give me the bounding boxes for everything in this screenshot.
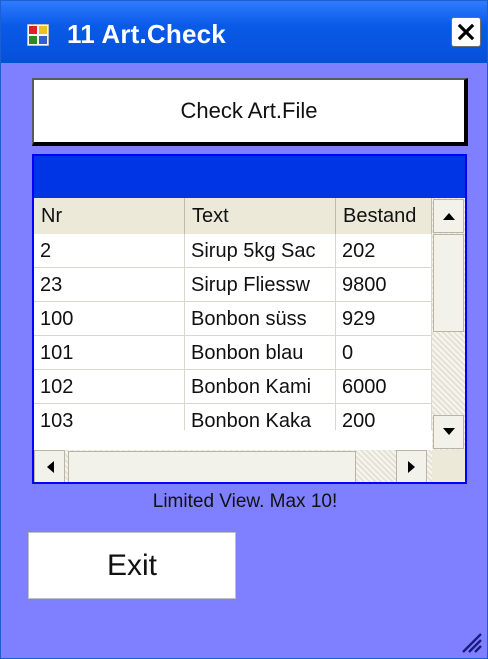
cell-bestand: 200	[336, 404, 432, 430]
table-row[interactable]: 100 Bonbon süss 929	[34, 302, 432, 336]
horizontal-scroll-thumb[interactable]	[68, 451, 356, 482]
cell-bestand: 0	[336, 336, 432, 370]
table-row[interactable]: 2 Sirup 5kg Sac 202	[34, 234, 432, 268]
cell-bestand: 9800	[336, 268, 432, 302]
window-title: 11 Art.Check	[67, 19, 226, 49]
table-row[interactable]: 101 Bonbon blau 0	[34, 336, 432, 370]
cell-nr: 103	[34, 404, 185, 430]
cell-nr: 101	[34, 336, 185, 370]
column-header-nr[interactable]: Nr	[34, 198, 185, 234]
column-header-bestand[interactable]: Bestand	[336, 198, 432, 234]
table-row[interactable]: 102 Bonbon Kami 6000	[34, 370, 432, 404]
scroll-left-button[interactable]	[34, 450, 65, 482]
arrow-left-icon	[46, 461, 54, 473]
cell-nr: 100	[34, 302, 185, 336]
check-art-file-button[interactable]: Check Art.File	[32, 78, 468, 146]
cell-bestand: 929	[336, 302, 432, 336]
cell-text: Sirup 5kg Sac	[185, 234, 336, 268]
title-bar[interactable]: 11 Art.Check	[1, 1, 487, 63]
cell-nr: 102	[34, 370, 185, 404]
limit-notice: Limited View. Max 10!	[152, 491, 338, 512]
horizontal-scrollbar[interactable]	[34, 450, 432, 482]
exit-button[interactable]: Exit	[28, 532, 236, 599]
article-grid[interactable]: Nr Text Bestand 2 Sirup 5kg Sac 202 23 S…	[32, 154, 467, 484]
scroll-right-button[interactable]	[396, 450, 427, 482]
cell-text: Bonbon Kaka	[185, 404, 336, 430]
arrow-down-icon	[442, 428, 455, 435]
cell-bestand: 6000	[336, 370, 432, 404]
cell-text: Bonbon süss	[185, 302, 336, 336]
close-button[interactable]	[451, 17, 481, 47]
grid-header: Nr Text Bestand	[34, 198, 432, 234]
cell-nr: 2	[34, 234, 185, 268]
resize-grip-icon[interactable]	[457, 628, 483, 654]
column-header-text[interactable]: Text	[185, 198, 336, 234]
cell-text: Bonbon blau	[185, 336, 336, 370]
arrow-right-icon	[407, 461, 415, 473]
grid-rows: 2 Sirup 5kg Sac 202 23 Sirup Fliessw 980…	[34, 234, 432, 430]
app-icon	[27, 24, 49, 46]
grid-caption-bar	[34, 156, 465, 198]
cell-text: Sirup Fliessw	[185, 268, 336, 302]
app-window: 11 Art.Check Check Art.File Nr Text Best…	[0, 0, 488, 659]
cell-text: Bonbon Kami	[185, 370, 336, 404]
scroll-down-button[interactable]	[433, 415, 464, 449]
scroll-up-button[interactable]	[433, 199, 464, 233]
scrollbar-corner	[432, 450, 465, 482]
vertical-scroll-thumb[interactable]	[433, 234, 464, 332]
cell-nr: 23	[34, 268, 185, 302]
vertical-scrollbar[interactable]	[432, 198, 465, 450]
table-row[interactable]: 103 Bonbon Kaka 200	[34, 404, 432, 430]
close-icon	[457, 23, 475, 41]
cell-bestand: 202	[336, 234, 432, 268]
arrow-up-icon	[442, 213, 455, 220]
table-row[interactable]: 23 Sirup Fliessw 9800	[34, 268, 432, 302]
